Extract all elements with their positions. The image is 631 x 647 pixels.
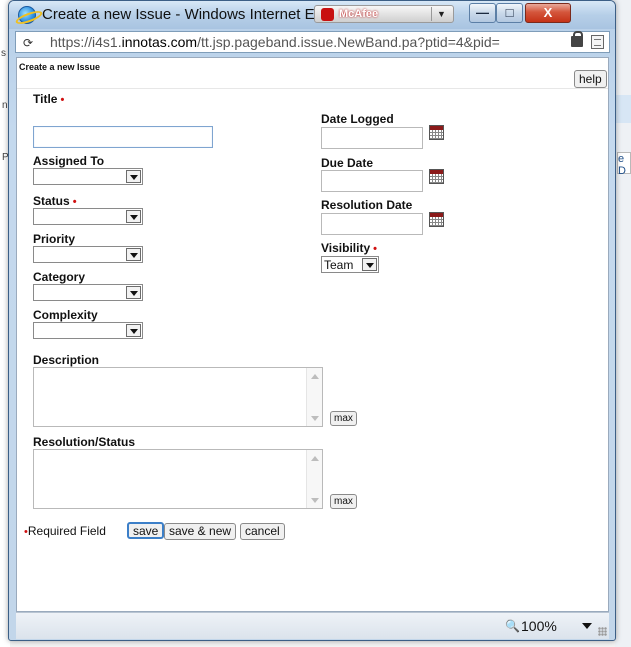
visibility-label: Visibility • [321, 241, 377, 255]
mcafee-label: McAfee [339, 8, 379, 20]
chevron-down-icon[interactable]: ▼ [431, 7, 451, 21]
title-bar[interactable]: Create a new Issue - Windows Internet Ex… [9, 1, 615, 29]
dialog-title: Create a new Issue [19, 62, 101, 72]
window-title: Create a new Issue - Windows Internet Ex… [42, 6, 322, 23]
dialog-content: Create a new Issue help Title • Assigned … [16, 57, 609, 612]
cancel-button[interactable]: cancel [240, 523, 285, 540]
visibility-select[interactable]: Team [321, 256, 379, 273]
description-textarea[interactable] [33, 367, 323, 427]
url-text[interactable]: https://i4s1.innotas.com/tt.jsp.pageband… [50, 34, 500, 50]
background-fragment: n [2, 100, 8, 111]
background-fragment: s [1, 48, 6, 59]
title-input[interactable] [33, 126, 213, 148]
chevron-down-icon [362, 258, 377, 271]
required-field-text: Required Field [27, 524, 106, 538]
page-loading-icon: ⟳ [23, 36, 34, 50]
maximize-button[interactable]: □ [496, 3, 523, 23]
assigned-to-select[interactable] [33, 168, 143, 185]
visibility-label-text: Visibility [321, 241, 371, 255]
lock-icon[interactable] [571, 31, 583, 47]
zoom-icon[interactable]: 🔍 [505, 619, 520, 633]
url-host: innotas.com [121, 34, 198, 50]
due-date-label: Due Date [321, 156, 374, 170]
scroll-up-icon[interactable] [311, 456, 319, 461]
background-page-right: e D [615, 0, 631, 647]
resolution-status-label: Resolution/Status [33, 435, 136, 449]
category-select[interactable] [33, 284, 143, 301]
chevron-down-icon [126, 170, 141, 183]
url-path: /tt.jsp.pageband.issue.NewBand.pa?ptid=4… [197, 34, 500, 50]
address-bar[interactable]: ⟳ https://i4s1.innotas.com/tt.jsp.pageba… [15, 31, 610, 53]
background-band [615, 95, 631, 123]
complexity-select[interactable] [33, 322, 143, 339]
calendar-icon[interactable] [429, 125, 444, 140]
help-button[interactable]: help [574, 70, 607, 88]
minimize-button[interactable]: — [469, 3, 496, 23]
status-label: Status • [33, 194, 77, 208]
resolution-max-button[interactable]: max [330, 494, 357, 509]
internet-explorer-icon [18, 6, 36, 24]
chevron-down-icon [126, 210, 141, 223]
url-scheme: https://i4s1. [50, 34, 122, 50]
background-fragment: e D [617, 152, 631, 177]
date-logged-label: Date Logged [321, 112, 394, 126]
required-marker: • [373, 243, 377, 255]
save-and-new-button[interactable]: save & new [164, 523, 237, 540]
scrollbar[interactable] [306, 450, 322, 508]
resolution-date-label: Resolution Date [321, 198, 413, 212]
priority-select[interactable] [33, 246, 143, 263]
resolution-status-textarea[interactable] [33, 449, 323, 509]
status-select[interactable] [33, 208, 143, 225]
dialog-header: Create a new Issue help [17, 58, 608, 89]
calendar-icon[interactable] [429, 212, 444, 227]
close-button[interactable]: X [525, 3, 571, 23]
scroll-up-icon[interactable] [311, 374, 319, 379]
resize-grip-icon[interactable] [598, 627, 607, 636]
chevron-down-icon [126, 324, 141, 337]
status-label-text: Status [33, 194, 70, 208]
due-date-input[interactable] [321, 170, 423, 192]
save-button[interactable]: save [127, 522, 165, 539]
date-logged-input[interactable] [321, 127, 423, 149]
complexity-label: Complexity [33, 308, 98, 322]
priority-label: Priority [33, 232, 76, 246]
chevron-down-icon [126, 286, 141, 299]
mcafee-logo-icon [321, 8, 334, 21]
description-label: Description [33, 353, 100, 367]
title-label-text: Title [33, 92, 58, 106]
mcafee-toolbar[interactable]: McAfee ▼ [314, 5, 454, 23]
browser-popup-window: Create a new Issue - Windows Internet Ex… [8, 0, 616, 641]
chevron-down-icon[interactable] [582, 623, 592, 629]
description-max-button[interactable]: max [330, 411, 357, 426]
scroll-down-icon[interactable] [311, 416, 319, 421]
scroll-down-icon[interactable] [311, 498, 319, 503]
assigned-to-label: Assigned To [33, 154, 105, 168]
status-bar: 🔍 100% [16, 612, 609, 639]
chevron-down-icon [126, 248, 141, 261]
required-marker: • [60, 94, 65, 106]
resolution-date-input[interactable] [321, 213, 423, 235]
visibility-value: Team [324, 258, 354, 272]
scrollbar[interactable] [306, 368, 322, 426]
calendar-icon[interactable] [429, 169, 444, 184]
title-label: Title • [33, 92, 64, 106]
zoom-level[interactable]: 100% [521, 618, 557, 634]
required-marker: • [72, 196, 77, 208]
certificate-icon[interactable] [591, 35, 604, 49]
required-field-note: •Required Field [24, 524, 106, 538]
category-label: Category [33, 270, 86, 284]
